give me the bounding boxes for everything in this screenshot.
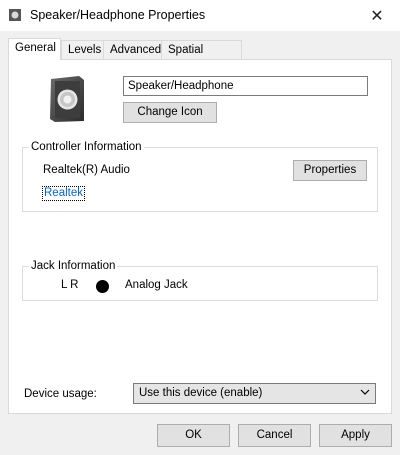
tab-spatial-sound[interactable]: Spatial sound bbox=[161, 40, 242, 75]
title-bar: Speaker/Headphone Properties ✕ bbox=[0, 0, 400, 31]
cancel-button[interactable]: Cancel bbox=[238, 424, 311, 447]
controller-info-label: Controller Information bbox=[29, 141, 144, 153]
jack-color-dot bbox=[96, 280, 109, 293]
jack-channels: L R bbox=[61, 279, 79, 291]
speaker-app-icon bbox=[9, 9, 21, 21]
close-button[interactable]: ✕ bbox=[354, 0, 400, 31]
speaker-device-icon bbox=[50, 76, 84, 122]
device-usage-label: Device usage: bbox=[24, 388, 97, 400]
window-title: Speaker/Headphone Properties bbox=[30, 8, 206, 22]
jack-info-label: Jack Information bbox=[29, 260, 118, 272]
tab-general[interactable]: General bbox=[8, 38, 61, 60]
controller-properties-button[interactable]: Properties bbox=[293, 160, 367, 181]
realtek-link[interactable]: Realtek bbox=[42, 186, 85, 201]
tab-advanced[interactable]: Advanced bbox=[103, 40, 162, 59]
device-usage-select[interactable]: Use this device (enable) bbox=[133, 383, 376, 404]
ok-button[interactable]: OK bbox=[157, 424, 230, 447]
jack-type: Analog Jack bbox=[125, 279, 188, 291]
device-name-input[interactable]: Speaker/Headphone bbox=[123, 76, 368, 96]
chevron-down-icon bbox=[360, 389, 370, 395]
change-icon-button[interactable]: Change Icon bbox=[123, 102, 217, 123]
close-icon: ✕ bbox=[370, 7, 384, 25]
controller-name: Realtek(R) Audio bbox=[43, 164, 130, 176]
tab-levels[interactable]: Levels bbox=[61, 40, 104, 59]
device-usage-value: Use this device (enable) bbox=[139, 387, 263, 399]
apply-button[interactable]: Apply bbox=[319, 424, 392, 447]
